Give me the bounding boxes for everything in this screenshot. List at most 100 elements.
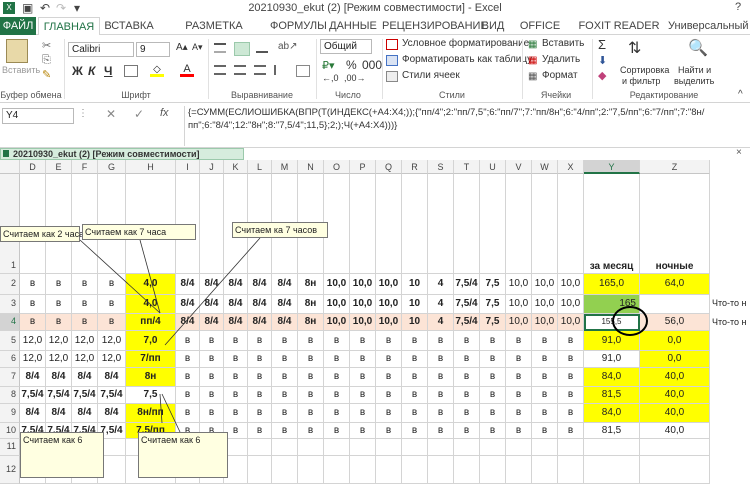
cell-w8[interactable]: в [532,387,558,404]
cell-f5[interactable]: 12,0 [72,331,98,351]
cell-n10[interactable]: в [298,423,324,439]
column-header-g[interactable]: G [98,160,126,174]
cell-h9[interactable]: 8н/пп [126,404,176,423]
fill-color-icon[interactable]: ◇ [150,65,164,77]
align-center-icon[interactable] [234,65,246,75]
cell-m6[interactable]: в [272,351,298,368]
cell-p10[interactable]: в [350,423,376,439]
cell-k8[interactable]: в [224,387,248,404]
cell-z9[interactable]: 40,0 [640,404,710,423]
cell[interactable] [558,456,584,484]
cell-u3[interactable]: 7,5 [480,295,506,314]
cell-j2[interactable]: 8/4 [200,274,224,295]
workbook-tab[interactable]: 20210930_ekut (2) [Режим совместимости] [0,148,244,160]
cell-z7[interactable]: 40,0 [640,368,710,387]
cell-styles-button[interactable]: Стили ячеек [402,70,460,81]
cell-t3[interactable]: 7,5/4 [454,295,480,314]
enter-icon[interactable]: ✓ [134,107,144,121]
cell-f4[interactable]: в [72,314,98,331]
cell[interactable] [272,439,298,456]
cell-x10[interactable]: в [558,423,584,439]
align-left-icon[interactable] [214,65,226,75]
cell-p5[interactable]: в [350,331,376,351]
cell-u7[interactable]: в [480,368,506,387]
cell-d8[interactable]: 7,5/4 [20,387,46,404]
cell-t6[interactable]: в [454,351,480,368]
cell-e2[interactable]: в [46,274,72,295]
cell-e5[interactable]: 12,0 [46,331,72,351]
align-bottom-icon[interactable] [256,43,268,53]
column-header-u[interactable]: U [480,160,506,174]
cell-p3[interactable]: 10,0 [350,295,376,314]
tab-data[interactable]: ДАННЫЕ [326,17,380,35]
cell-x3[interactable]: 10,0 [558,295,584,314]
cell-f2[interactable]: в [72,274,98,295]
cell-q3[interactable]: 10,0 [376,295,402,314]
comment-note[interactable]: Считаем как 2 часа [0,226,84,242]
cell[interactable] [350,174,376,274]
align-right-icon[interactable] [254,65,266,75]
column-header-x[interactable]: X [558,160,584,174]
cell-g9[interactable]: 8/4 [98,404,126,423]
cell-l10[interactable]: в [248,423,272,439]
cell-q4[interactable]: 10,0 [376,314,402,331]
cell-j8[interactable]: в [200,387,224,404]
cell-z8[interactable]: 40,0 [640,387,710,404]
cell-l4[interactable]: 8/4 [248,314,272,331]
cell-e7[interactable]: 8/4 [46,368,72,387]
cell-q8[interactable]: в [376,387,402,404]
cell[interactable] [480,439,506,456]
cell[interactable] [506,174,532,274]
cell[interactable] [428,174,454,274]
column-header-j[interactable]: J [200,160,224,174]
cell-v9[interactable]: в [506,404,532,423]
font-color-icon[interactable]: A [180,63,194,77]
cell-l6[interactable]: в [248,351,272,368]
cell[interactable] [20,174,46,274]
borders-icon[interactable] [124,65,138,77]
orientation-icon[interactable]: ab↗ [278,41,298,52]
cell-i4[interactable]: 8/4 [176,314,200,331]
cell-u4[interactable]: 7,5 [480,314,506,331]
cell[interactable] [298,439,324,456]
clear-icon[interactable]: ◆ [598,69,606,82]
cell-p8[interactable]: в [350,387,376,404]
cell-x4[interactable]: 10,0 [558,314,584,331]
cell-e6[interactable]: 12,0 [46,351,72,368]
row-header-6[interactable]: 6 [0,351,20,368]
cell-j9[interactable]: в [200,404,224,423]
cell-s4[interactable]: 4 [428,314,454,331]
help-icon[interactable]: ? [735,1,741,13]
paste-button[interactable]: Вставить [2,65,40,75]
copy-icon[interactable]: ⎘ [42,54,51,67]
tab-universal[interactable]: Универсальный к [668,17,750,50]
fill-icon[interactable]: ⬇ [598,54,607,67]
formula-input[interactable]: {=СУММ(ЕСЛИОШИБКА(ВПР(Т(ИНДЕКС(+A4:X4;))… [184,106,750,146]
close-workbook-icon[interactable]: × [736,147,742,158]
cell-d5[interactable]: 12,0 [20,331,46,351]
cell-g2[interactable]: в [98,274,126,295]
cell-y7[interactable]: 84,0 [584,368,640,387]
column-header-w[interactable]: W [532,160,558,174]
row-header-12[interactable]: 12 [0,456,20,484]
cell-o9[interactable]: в [324,404,350,423]
cell-n6[interactable]: в [298,351,324,368]
cell-k2[interactable]: 8/4 [224,274,248,295]
cell-t4[interactable]: 7,5/4 [454,314,480,331]
cell[interactable] [428,439,454,456]
cell-o8[interactable]: в [324,387,350,404]
cell-f7[interactable]: 8/4 [72,368,98,387]
column-header-z[interactable]: Z [640,160,710,174]
cell-k5[interactable]: в [224,331,248,351]
cell-p9[interactable]: в [350,404,376,423]
cell[interactable] [376,174,402,274]
column-header-o[interactable]: O [324,160,350,174]
tab-file[interactable]: ФАЙЛ [0,17,36,35]
cell-z3[interactable] [640,295,710,314]
cell-o4[interactable]: 10,0 [324,314,350,331]
cell-y6[interactable]: 91,0 [584,351,640,368]
column-header-v[interactable]: V [506,160,532,174]
column-header-l[interactable]: L [248,160,272,174]
cell-m4[interactable]: 8/4 [272,314,298,331]
currency-icon[interactable]: ₽▾ [322,59,335,72]
